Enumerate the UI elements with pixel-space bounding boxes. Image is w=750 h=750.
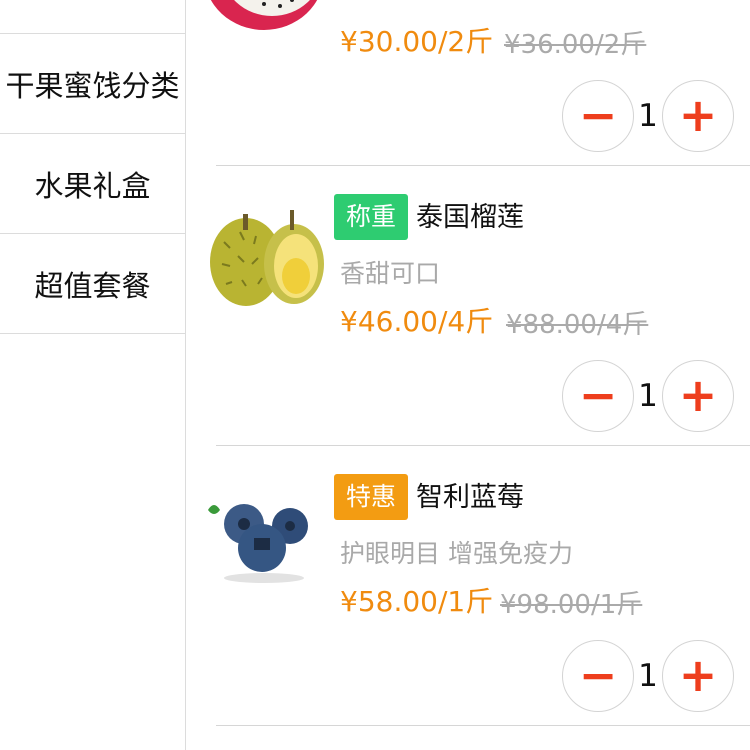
promo-badge: 特惠 (334, 474, 409, 520)
decrease-button[interactable]: − (562, 640, 634, 712)
product-description: 护眼明目 增强免疫力 (340, 539, 573, 568)
product-item[interactable]: ¥30.00/2斤 ¥36.00/2斤 − 1 + (186, 0, 750, 166)
decrease-button[interactable]: − (562, 80, 634, 152)
increase-button[interactable]: + (662, 360, 734, 432)
product-item[interactable]: 特惠 智利蓝莓 护眼明目 增强免疫力 ¥58.00/1斤 ¥98.00/1斤 −… (186, 446, 750, 726)
quantity-stepper: − 1 + (562, 640, 734, 712)
quantity-value: 1 (638, 378, 658, 414)
weight-badge: 称重 (334, 194, 409, 240)
product-price: ¥46.00/4斤 (340, 305, 494, 338)
quantity-stepper: − 1 + (562, 80, 734, 152)
quantity-stepper: − 1 + (562, 360, 734, 432)
category-label: 干果蜜饯分类 (5, 68, 180, 103)
product-original-price: ¥88.00/4斤 (506, 310, 649, 340)
category-item-fruit-gift-box[interactable]: 水果礼盒 (0, 134, 185, 234)
product-original-price: ¥98.00/1斤 (500, 590, 643, 620)
product-description: 香甜可口 (340, 259, 441, 288)
product-price: ¥30.00/2斤 (340, 25, 494, 58)
product-name: 智利蓝莓 (416, 482, 524, 513)
product-original-price: ¥36.00/2斤 (504, 30, 647, 60)
product-name: 泰国榴莲 (416, 202, 524, 233)
item-divider (216, 725, 750, 726)
category-item-dried-fruit[interactable]: 干果蜜饯分类 (0, 34, 185, 134)
dragon-fruit-image (204, 0, 324, 32)
product-list: ¥30.00/2斤 ¥36.00/2斤 − 1 + 称重 泰国榴莲 香甜可口 ¥… (186, 0, 750, 750)
category-label: 超值套餐 (34, 268, 151, 303)
category-item-value-combo[interactable]: 超值套餐 (0, 234, 185, 334)
blueberry-image (204, 472, 324, 592)
quantity-value: 1 (638, 98, 658, 134)
category-sidebar: 干果蜜饯分类 水果礼盒 超值套餐 (0, 0, 186, 750)
increase-button[interactable]: + (662, 640, 734, 712)
decrease-button[interactable]: − (562, 360, 634, 432)
increase-button[interactable]: + (662, 80, 734, 152)
product-item[interactable]: 称重 泰国榴莲 香甜可口 ¥46.00/4斤 ¥88.00/4斤 − 1 + (186, 166, 750, 446)
durian-image (204, 192, 324, 312)
category-item[interactable] (0, 0, 185, 34)
category-label: 水果礼盒 (34, 168, 151, 203)
product-price: ¥58.00/1斤 (340, 585, 494, 618)
quantity-value: 1 (638, 658, 658, 694)
